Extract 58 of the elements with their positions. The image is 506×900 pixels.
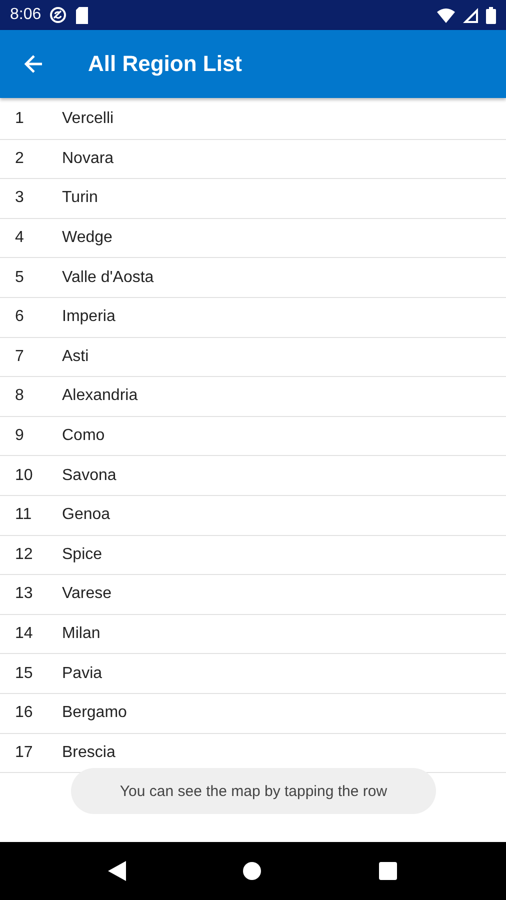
row-number: 6 bbox=[15, 308, 25, 326]
status-time: 8:06 bbox=[10, 6, 42, 24]
row-number: 11 bbox=[15, 506, 33, 524]
row-number: 2 bbox=[15, 150, 25, 168]
region-name: Pavia bbox=[62, 664, 102, 683]
sd-card-icon bbox=[75, 6, 90, 24]
region-name: Bergamo bbox=[62, 704, 127, 722]
row-number: 1 bbox=[15, 110, 25, 128]
row-number: 14 bbox=[15, 625, 34, 644]
region-row[interactable]: 9 Como bbox=[0, 416, 506, 456]
row-number: 17 bbox=[15, 744, 34, 762]
signal-icon bbox=[463, 8, 478, 22]
region-row[interactable]: 11 Genoa bbox=[0, 496, 506, 536]
region-name: Brescia bbox=[62, 744, 116, 762]
region-row[interactable]: 5 Valle d'Aosta bbox=[0, 258, 506, 298]
region-row[interactable]: 3 Turin bbox=[0, 179, 506, 219]
toast-message: You can see the map by tapping the row bbox=[71, 768, 436, 814]
region-row[interactable]: 1 Vercelli bbox=[0, 100, 506, 140]
region-name: Valle d'Aosta bbox=[62, 268, 154, 287]
region-name: Novara bbox=[62, 150, 114, 168]
row-number: 12 bbox=[15, 546, 34, 564]
wifi-icon bbox=[437, 8, 455, 22]
sync-icon bbox=[49, 6, 68, 24]
region-name: Wedge bbox=[62, 229, 112, 248]
row-number: 15 bbox=[15, 664, 34, 683]
row-number: 3 bbox=[15, 189, 25, 208]
region-row[interactable]: 15 Pavia bbox=[0, 654, 506, 694]
region-row[interactable]: 2 Novara bbox=[0, 140, 506, 180]
row-number: 8 bbox=[15, 387, 25, 406]
row-number: 9 bbox=[15, 427, 25, 446]
region-row[interactable]: 12 Spice bbox=[0, 536, 506, 576]
region-name: Milan bbox=[62, 625, 100, 644]
region-row[interactable]: 7 Asti bbox=[0, 338, 506, 378]
battery-icon bbox=[486, 6, 496, 24]
region-name: Turin bbox=[62, 189, 98, 208]
region-row[interactable]: 6 Imperia bbox=[0, 298, 506, 338]
region-name: Imperia bbox=[62, 308, 116, 326]
region-name: Varese bbox=[62, 585, 112, 604]
row-number: 5 bbox=[15, 268, 25, 287]
region-row[interactable]: 4 Wedge bbox=[0, 218, 506, 258]
region-row[interactable]: 16 Bergamo bbox=[0, 694, 506, 734]
region-row[interactable]: 8 Alexandria bbox=[0, 377, 506, 417]
region-row[interactable]: 14 Milan bbox=[0, 614, 506, 654]
region-name: Alexandria bbox=[62, 387, 138, 406]
region-name: Genoa bbox=[62, 506, 110, 524]
region-name: Spice bbox=[62, 546, 102, 564]
region-name: Savona bbox=[62, 466, 116, 485]
region-row[interactable]: 10 Savona bbox=[0, 456, 506, 496]
row-number: 10 bbox=[15, 466, 34, 485]
region-name: Como bbox=[62, 427, 105, 446]
row-number: 13 bbox=[15, 585, 34, 604]
row-number: 4 bbox=[15, 229, 25, 248]
row-number: 7 bbox=[15, 348, 25, 366]
region-name: Asti bbox=[62, 348, 89, 366]
screen-title: All Region List bbox=[88, 51, 242, 77]
region-name: Vercelli bbox=[62, 110, 114, 128]
region-row[interactable]: 13 Varese bbox=[0, 575, 506, 615]
row-number: 16 bbox=[15, 704, 34, 722]
